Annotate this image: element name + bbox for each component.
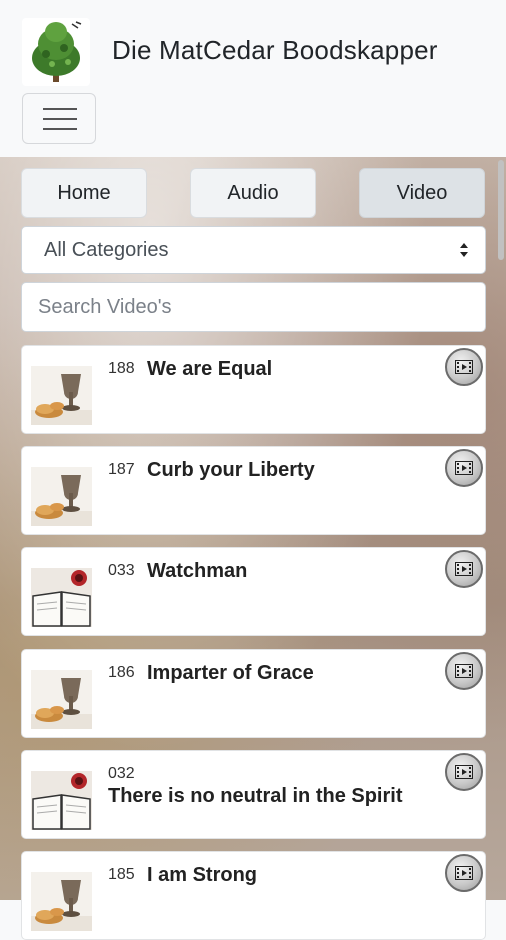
video-thumbnail [31, 771, 92, 830]
video-thumbnail [31, 568, 92, 627]
video-title: Imparter of Grace [147, 662, 314, 684]
video-title: We are Equal [147, 358, 273, 380]
video-list-item[interactable]: 186 Imparter of Grace [21, 649, 486, 738]
category-select[interactable]: All Categories [21, 226, 486, 274]
video-play-icon[interactable] [445, 753, 483, 791]
video-number: 186 [108, 664, 135, 681]
category-select-value: All Categories [44, 239, 169, 261]
search-input[interactable] [21, 282, 486, 332]
video-number: 185 [108, 866, 135, 883]
video-play-icon[interactable] [445, 449, 483, 487]
video-number: 033 [108, 562, 135, 579]
video-play-icon[interactable] [445, 550, 483, 588]
video-thumbnail [31, 670, 92, 729]
video-list-item[interactable]: 187 Curb your Liberty [21, 446, 486, 535]
app-header: Die MatCedar Boodskapper [0, 0, 506, 157]
video-title: I am Strong [147, 864, 258, 886]
nav-audio-button[interactable]: Audio [190, 168, 316, 218]
hamburger-menu-icon [43, 108, 77, 110]
select-caret-icon [460, 243, 468, 257]
hamburger-menu-icon-bar [43, 128, 77, 130]
video-thumbnail [31, 467, 92, 526]
video-title: There is no neutral in the Spirit [108, 785, 403, 807]
video-list-item[interactable]: 188 We are Equal [21, 345, 486, 434]
video-list-item[interactable]: 185 I am Strong [21, 851, 486, 940]
video-play-icon[interactable] [445, 854, 483, 892]
video-play-icon[interactable] [445, 652, 483, 690]
app-title: Die MatCedar Boodskapper [112, 35, 438, 65]
video-title: Watchman [147, 560, 248, 582]
video-number: 188 [108, 360, 135, 377]
video-list-item[interactable]: 033 Watchman [21, 547, 486, 636]
hamburger-menu-icon-bar [43, 118, 77, 120]
video-thumbnail [31, 872, 92, 931]
nav-video-button[interactable]: Video [359, 168, 485, 218]
video-number: 032 [108, 765, 135, 782]
video-list-item[interactable]: 032 There is no neutral in the Spirit [21, 750, 486, 839]
cedar-tree-icon[interactable] [22, 18, 90, 86]
nav-home-button[interactable]: Home [21, 168, 147, 218]
scrollbar[interactable] [498, 160, 504, 260]
hamburger-menu-button[interactable] [22, 93, 96, 144]
video-thumbnail [31, 366, 92, 425]
video-play-icon[interactable] [445, 348, 483, 386]
video-number: 187 [108, 461, 135, 478]
video-title: Curb your Liberty [147, 459, 315, 481]
